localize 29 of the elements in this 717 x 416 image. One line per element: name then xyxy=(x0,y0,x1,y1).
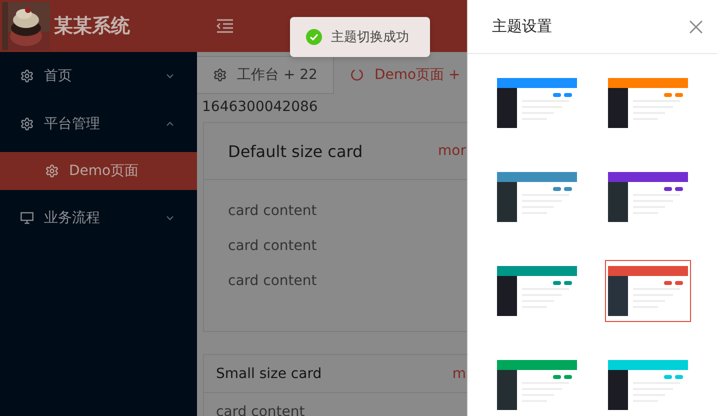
monitor-icon xyxy=(20,211,34,225)
card-content-text: card content xyxy=(228,272,318,291)
timestamp-text: 1646300042086 xyxy=(202,99,319,115)
more-link[interactable]: mor xyxy=(438,143,466,159)
toast-message: 主题切换成功 xyxy=(331,29,409,46)
close-button[interactable] xyxy=(687,18,705,36)
tab[interactable]: 工作台 + 22 xyxy=(197,56,334,94)
gear-icon xyxy=(45,164,59,178)
close-icon xyxy=(689,20,703,34)
gear-icon xyxy=(213,68,227,82)
menu-item[interactable]: 平台管理 xyxy=(0,100,197,148)
card-content-text: card content xyxy=(216,403,306,416)
tab[interactable]: Demo页面 + xyxy=(334,56,467,94)
menu-item[interactable]: 首页 xyxy=(0,52,197,100)
gear-icon xyxy=(20,117,34,131)
card-content-text: card content xyxy=(228,202,318,221)
card-content-text: card content xyxy=(228,237,318,256)
menu-item[interactable]: 业务流程 xyxy=(0,194,197,242)
theme-option[interactable] xyxy=(605,260,691,322)
app-title: 某某系统 xyxy=(54,14,130,39)
card-title: Default size card xyxy=(228,142,364,160)
more-link[interactable]: m xyxy=(452,366,466,382)
drawer-title: 主题设置 xyxy=(492,17,552,36)
success-icon xyxy=(306,29,322,45)
gear-icon xyxy=(20,69,34,83)
menu-icon xyxy=(216,19,234,33)
submenu-item[interactable]: Demo页面 xyxy=(0,152,197,190)
card-title: Small size card xyxy=(216,366,323,382)
reload-icon xyxy=(350,68,364,82)
